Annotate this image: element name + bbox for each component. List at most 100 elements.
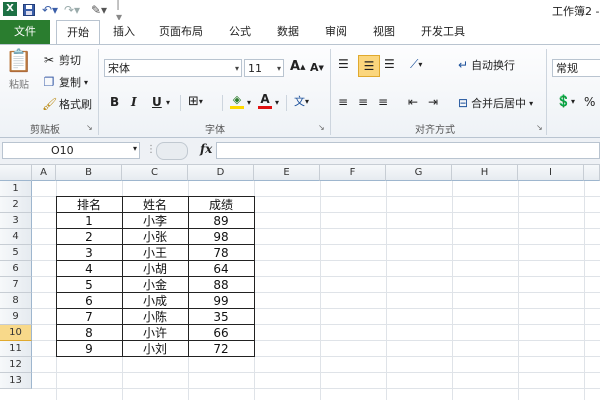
row-header[interactable]: 5 (0, 245, 32, 261)
row-header[interactable]: 1 (0, 181, 32, 197)
row-header[interactable]: 8 (0, 293, 32, 309)
insert-function-button[interactable]: fx (200, 142, 212, 156)
table-cell-rank[interactable]: 7 (56, 309, 122, 325)
chevron-down-icon[interactable]: ▾ (133, 144, 137, 153)
align-bottom-button[interactable]: ☰ (384, 57, 395, 71)
table-cell-rank[interactable]: 1 (56, 213, 122, 229)
tab-home[interactable]: 开始 (56, 20, 100, 45)
copy-button[interactable]: ❐ 复制 ▾ (42, 73, 88, 91)
table-cell-score[interactable]: 99 (188, 293, 254, 309)
column-header-e[interactable]: E (254, 165, 320, 181)
tab-data[interactable]: 数据 (268, 20, 308, 44)
phonetic-guide-button[interactable]: 文 ▾ (294, 93, 309, 109)
underline-button[interactable]: U (152, 95, 162, 109)
font-launcher-icon[interactable]: ↘ (318, 123, 325, 132)
tab-insert[interactable]: 插入 (104, 20, 144, 44)
column-header-h[interactable]: H (452, 165, 518, 181)
row-header-selected[interactable]: 10 (0, 325, 32, 341)
column-header-f[interactable]: F (320, 165, 386, 181)
align-right-button[interactable]: ≡ (378, 95, 388, 109)
italic-button[interactable]: I (131, 95, 137, 109)
table-cell-name[interactable]: 小李 (122, 213, 188, 229)
align-center-button[interactable]: ≡ (358, 95, 368, 109)
fill-color-button[interactable]: ◈ (230, 93, 244, 109)
column-header-c[interactable]: C (122, 165, 188, 181)
column-header-a[interactable]: A (32, 165, 56, 181)
table-cell-score[interactable]: 72 (188, 341, 254, 357)
wrap-text-button[interactable]: ↵ 自动换行 (458, 57, 515, 73)
fill-color-dropdown-icon[interactable]: ▾ (247, 98, 251, 107)
font-color-dropdown-icon[interactable]: ▾ (275, 98, 279, 107)
format-painter-button[interactable]: 🖌 格式刷 (42, 95, 92, 113)
row-header[interactable]: 13 (0, 373, 32, 389)
row-header[interactable]: 6 (0, 261, 32, 277)
table-cell-name[interactable]: 小金 (122, 277, 188, 293)
table-cell-rank[interactable]: 2 (56, 229, 122, 245)
clipboard-launcher-icon[interactable]: ↘ (86, 123, 93, 132)
table-cell-name[interactable]: 小陈 (122, 309, 188, 325)
merge-center-button[interactable]: ⊟ 合并后居中 ▾ (458, 95, 533, 111)
font-color-button[interactable]: A (258, 92, 272, 109)
percent-button[interactable]: % (584, 95, 595, 109)
row-header[interactable]: 11 (0, 341, 32, 357)
table-cell-rank[interactable]: 5 (56, 277, 122, 293)
table-cell-rank[interactable]: 6 (56, 293, 122, 309)
tab-developer[interactable]: 开发工具 (412, 20, 474, 44)
column-header-d[interactable]: D (188, 165, 254, 181)
column-header-i[interactable]: I (518, 165, 584, 181)
increase-indent-button[interactable]: ⇥ (428, 95, 438, 109)
row-header[interactable]: 9 (0, 309, 32, 325)
table-cell-score[interactable]: 35 (188, 309, 254, 325)
table-cell-name[interactable]: 小成 (122, 293, 188, 309)
table-cell-name[interactable]: 小许 (122, 325, 188, 341)
font-name-select[interactable]: 宋体 ▾ (104, 59, 242, 77)
formula-input[interactable] (216, 142, 600, 159)
borders-button[interactable]: ⊞ ▾ (188, 94, 203, 109)
name-box[interactable]: O10 ▾ (2, 142, 140, 159)
table-header-score[interactable]: 成绩 (188, 197, 254, 213)
cut-button[interactable]: ✂ 剪切 (42, 51, 81, 69)
accounting-format-button[interactable]: 💲 ▾ (556, 94, 575, 108)
align-top-button[interactable]: ☰ (338, 57, 349, 71)
table-cell-score[interactable]: 98 (188, 229, 254, 245)
font-size-select[interactable]: 11 ▾ (244, 59, 284, 77)
table-cell-rank[interactable]: 9 (56, 341, 122, 357)
row-header[interactable]: 3 (0, 213, 32, 229)
table-cell-score[interactable]: 64 (188, 261, 254, 277)
merge-dropdown-icon[interactable]: ▾ (529, 99, 533, 108)
alignment-launcher-icon[interactable]: ↘ (536, 123, 543, 132)
shrink-font-button[interactable]: A ▼ (310, 61, 324, 74)
table-cell-rank[interactable]: 8 (56, 325, 122, 341)
tab-page-layout[interactable]: 页面布局 (150, 20, 212, 44)
table-cell-score[interactable]: 66 (188, 325, 254, 341)
table-cell-score[interactable]: 89 (188, 213, 254, 229)
row-header[interactable]: 7 (0, 277, 32, 293)
row-header[interactable]: 2 (0, 197, 32, 213)
copy-dropdown-icon[interactable]: ▾ (84, 78, 88, 87)
align-middle-button[interactable]: ☰ (358, 55, 380, 77)
tab-formulas[interactable]: 公式 (220, 20, 260, 44)
table-cell-score[interactable]: 78 (188, 245, 254, 261)
table-cell-name[interactable]: 小王 (122, 245, 188, 261)
grow-font-button[interactable]: A ▲ (290, 59, 305, 74)
column-header-j[interactable] (584, 165, 600, 181)
number-format-select[interactable]: 常规 (552, 59, 600, 77)
decrease-indent-button[interactable]: ⇤ (408, 95, 418, 109)
column-header-g[interactable]: G (386, 165, 452, 181)
tab-view[interactable]: 视图 (364, 20, 404, 44)
redo-icon[interactable]: ↷▾ (62, 1, 82, 19)
column-header-b[interactable]: B (56, 165, 122, 181)
tab-review[interactable]: 审阅 (316, 20, 356, 44)
select-all-corner[interactable] (0, 165, 32, 181)
tab-file[interactable]: 文件 (0, 20, 50, 44)
table-cell-rank[interactable]: 3 (56, 245, 122, 261)
align-left-button[interactable]: ≡ (338, 95, 348, 109)
customize-toolbar-icon[interactable]: ✎▾ (86, 1, 112, 19)
row-header[interactable]: 12 (0, 357, 32, 373)
paste-button[interactable]: 📋 粘贴 (4, 49, 34, 115)
table-cell-rank[interactable]: 4 (56, 261, 122, 277)
table-cell-name[interactable]: 小胡 (122, 261, 188, 277)
bold-button[interactable]: B (110, 95, 119, 109)
table-cell-name[interactable]: 小张 (122, 229, 188, 245)
table-header-rank[interactable]: 排名 (56, 197, 122, 213)
